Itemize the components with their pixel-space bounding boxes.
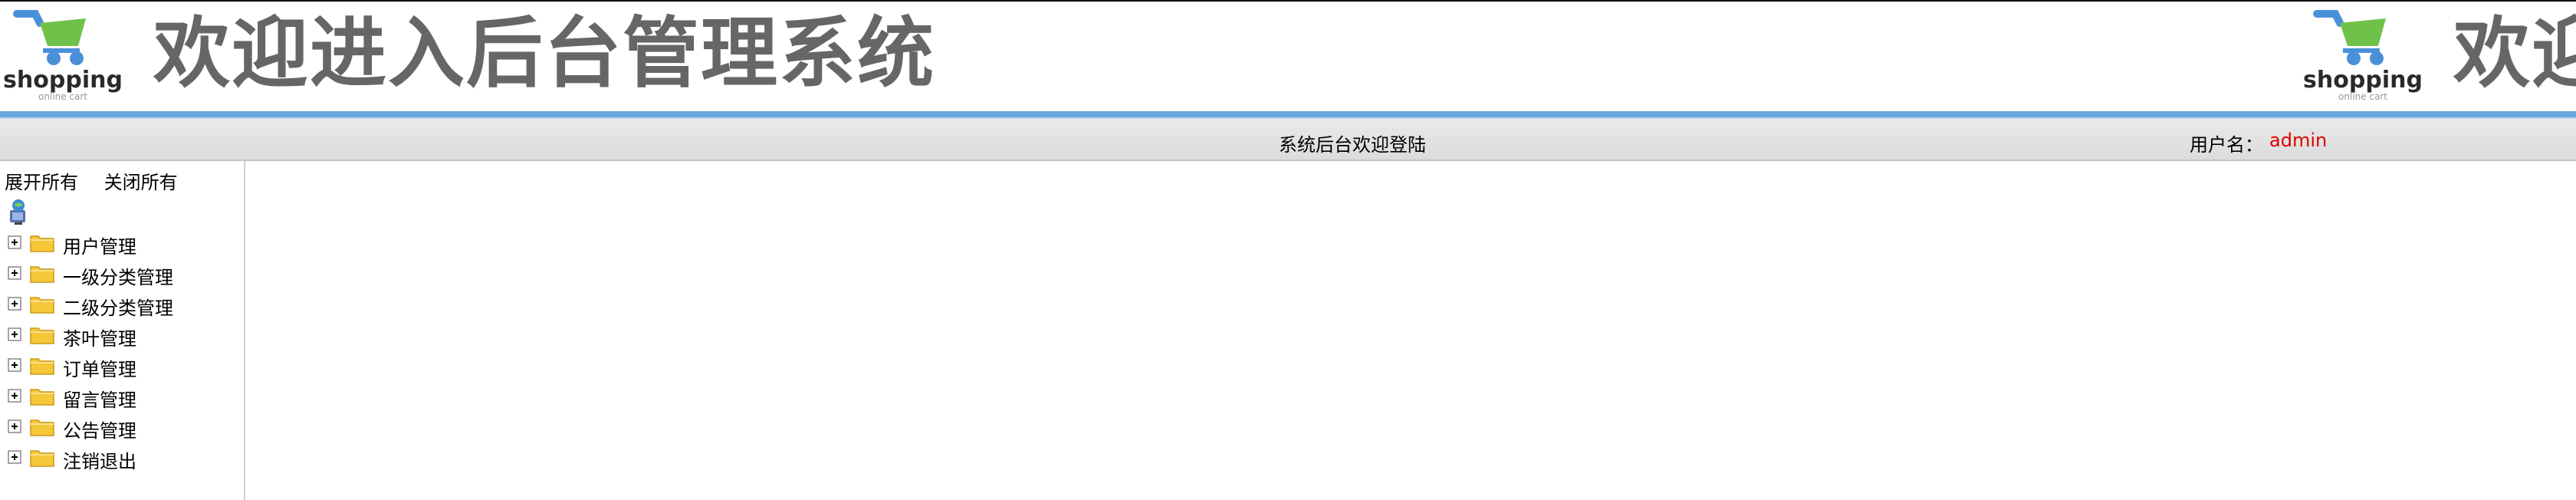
expand-all-link[interactable]: 展开所有 <box>5 172 78 193</box>
header-accent-bar <box>0 111 2576 117</box>
logo-subtext: online cart <box>38 91 87 102</box>
plus-expander-icon[interactable] <box>8 450 21 464</box>
tree-node[interactable]: 公告管理 <box>0 411 244 442</box>
folder-icon <box>30 266 54 283</box>
tree-node[interactable]: 一级分类管理 <box>0 258 244 288</box>
banner-title: 欢迎进入后台管理系统 <box>153 8 935 98</box>
folder-icon <box>30 327 54 344</box>
tree-node-label[interactable]: 二级分类管理 <box>63 293 173 320</box>
plus-expander-icon[interactable] <box>8 235 21 249</box>
globe-computer-icon <box>10 199 25 225</box>
logo-subtext: online cart <box>2338 91 2387 102</box>
username-label: 用户名： <box>2190 134 2263 156</box>
folder-icon <box>30 389 54 406</box>
shopping-cart-logo-icon: shopping online cart <box>3 10 123 102</box>
shopping-cart-logo-icon: shopping online cart <box>2303 10 2423 102</box>
folder-icon <box>30 419 54 436</box>
logo-text: shopping <box>3 67 123 94</box>
tree-node-label[interactable]: 一级分类管理 <box>63 262 173 289</box>
plus-expander-icon[interactable] <box>8 358 21 372</box>
plus-expander-icon[interactable] <box>8 419 21 433</box>
tree-toggles: 展开所有 关闭所有 <box>5 167 198 194</box>
welcome-text: 系统后台欢迎登陆 <box>1279 134 1426 156</box>
main-content-frame <box>245 161 2576 500</box>
plus-expander-icon[interactable] <box>8 389 21 403</box>
tree-node[interactable]: 用户管理 <box>0 227 244 258</box>
folder-icon <box>30 235 54 252</box>
folder-icon <box>30 450 54 467</box>
banner-title-repeat: 欢迎 <box>2453 8 2576 98</box>
folder-icon <box>30 358 54 375</box>
collapse-all-link[interactable]: 关闭所有 <box>104 172 178 193</box>
banner-unit-repeat: shopping online cart 欢迎 <box>2300 2 2576 111</box>
tree-node[interactable]: 留言管理 <box>0 380 244 411</box>
plus-expander-icon[interactable] <box>8 327 21 341</box>
tree-node-label[interactable]: 茶叶管理 <box>63 324 136 350</box>
tree-node[interactable]: 注销退出 <box>0 442 244 472</box>
tree-node-label[interactable]: 留言管理 <box>63 385 136 412</box>
plus-expander-icon[interactable] <box>8 297 21 311</box>
status-bar: 系统后台欢迎登陆 用户名： admin <box>0 119 2576 161</box>
logo-text: shopping <box>2303 67 2423 94</box>
sidebar-tree: 展开所有 关闭所有 用户管理一级分类管理 二级分类管理 茶叶管理订单管理留言管理公告… <box>0 161 245 500</box>
tree-node[interactable]: 茶叶管理 <box>0 319 244 350</box>
tree-list: 用户管理一级分类管理 二级分类管理 茶叶管理订单管理留言管理公告管理注销退出 <box>0 227 244 472</box>
tree-node-label[interactable]: 注销退出 <box>63 446 136 473</box>
username-value: admin <box>2269 130 2328 151</box>
tree-node[interactable]: 订单管理 <box>0 350 244 380</box>
header-banner: shopping online cart 欢迎进入后台管理系统 shopping… <box>0 2 2576 111</box>
tree-node-label[interactable]: 订单管理 <box>63 354 136 381</box>
banner-unit: shopping online cart 欢迎进入后台管理系统 <box>0 2 1303 111</box>
folder-icon <box>30 297 54 314</box>
tree-node-label[interactable]: 公告管理 <box>63 416 136 442</box>
tree-node[interactable]: 二级分类管理 <box>0 288 244 319</box>
tree-node-label[interactable]: 用户管理 <box>63 232 136 258</box>
plus-expander-icon[interactable] <box>8 266 21 280</box>
